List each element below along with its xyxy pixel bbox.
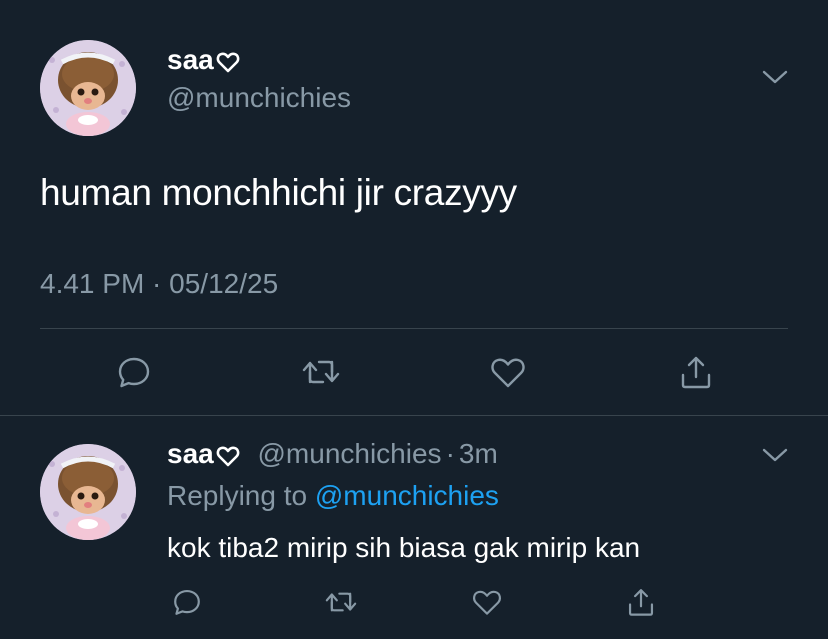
retweet-button[interactable] [301,352,341,392]
reply-header: saa @munchichies · 3m [167,438,498,470]
reply-button[interactable] [114,352,154,392]
avatar-image [40,40,136,136]
retweet-button[interactable] [321,582,361,622]
share-icon [628,589,654,616]
like-button[interactable] [467,582,507,622]
white-heart-icon [216,52,240,72]
mention-link[interactable]: @munchichies [315,480,499,511]
chevron-down-icon[interactable] [762,446,788,464]
share-button[interactable] [676,352,716,392]
time-ago[interactable]: 3m [459,438,498,469]
retweet-icon [302,360,340,384]
handle[interactable]: @munchichies [167,82,351,114]
avatar-image [40,444,136,540]
divider [40,328,788,329]
chevron-down-icon[interactable] [762,68,788,86]
retweet-icon [325,592,357,612]
separator: · [445,438,455,469]
share-button[interactable] [621,582,661,622]
comment-bubble-icon [118,357,150,388]
reply-button[interactable] [167,582,207,622]
white-heart-icon [216,446,240,466]
tweet-text: kok tiba2 mirip sih biasa gak mirip kan [167,532,641,563]
avatar[interactable] [40,40,136,136]
like-button[interactable] [488,352,528,392]
replying-to: Replying to @munchichies [167,480,499,512]
share-icon [681,356,711,389]
heart-icon [473,590,501,615]
display-name-text: saa [167,44,214,75]
display-name[interactable]: saa [167,44,240,76]
replying-label: Replying to [167,480,308,511]
tweet-text: human monchhichi jir crazyyy [40,172,517,213]
heart-icon [491,358,525,388]
timestamp[interactable]: 4.41 PM · 05/12/25 [40,268,278,300]
comment-bubble-icon [174,589,200,615]
display-name[interactable]: saa [167,438,214,469]
avatar[interactable] [40,444,136,540]
main-tweet: saa @munchichies human monchhichi jir cr… [0,0,828,416]
handle[interactable]: @munchichies [258,438,442,469]
